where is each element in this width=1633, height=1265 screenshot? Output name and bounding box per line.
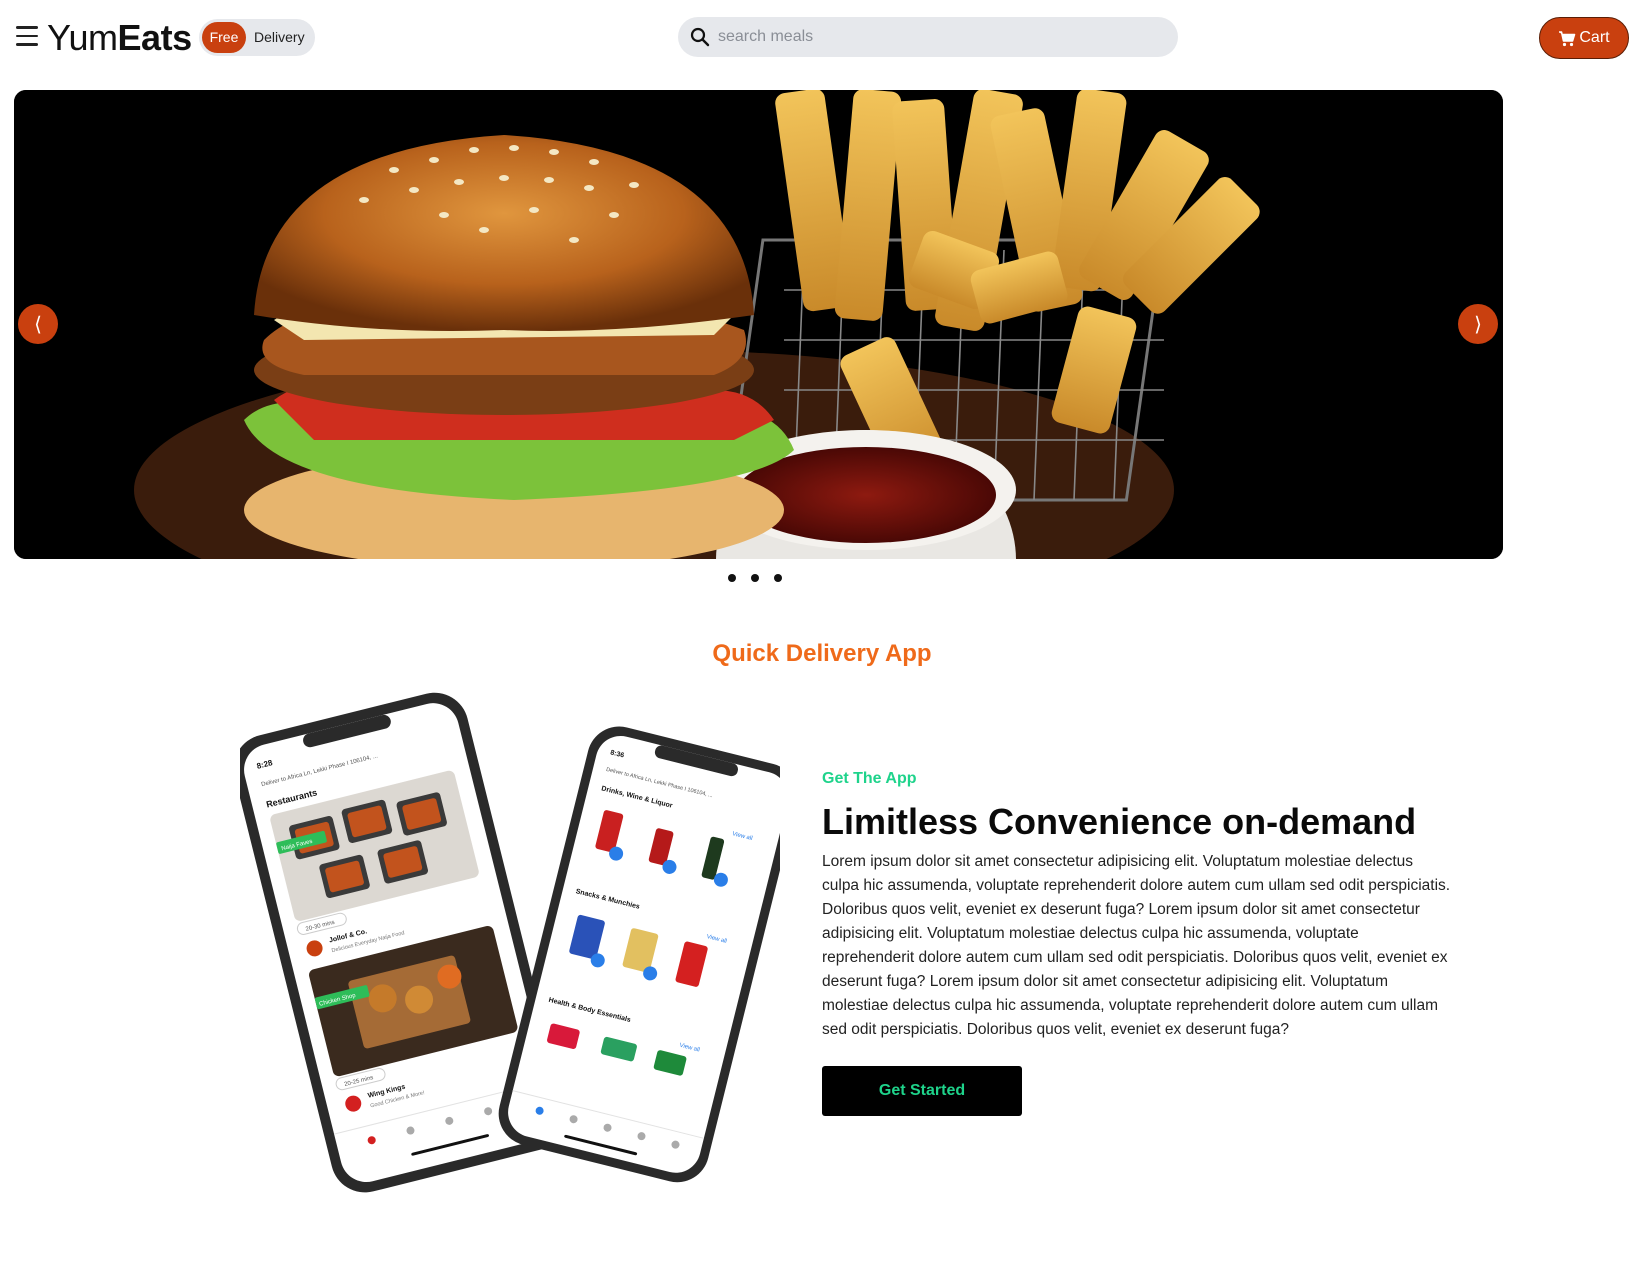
carousel-dot-2[interactable] [751, 574, 759, 582]
cart-icon [1559, 30, 1576, 46]
search-input[interactable] [718, 17, 1158, 57]
search-icon [690, 27, 710, 47]
carousel-dot-3[interactable] [774, 574, 782, 582]
section-title: Quick Delivery App [712, 640, 932, 667]
carousel-dot-1[interactable] [728, 574, 736, 582]
carousel-next-button[interactable]: ⟩ [1458, 304, 1498, 344]
cart-button[interactable]: Cart [1539, 17, 1629, 59]
get-started-button[interactable]: Get Started [822, 1066, 1022, 1116]
section-body-text: Lorem ipsum dolor sit amet consectetur a… [822, 853, 1451, 1038]
section-headline: Limitless Convenience on-demand [822, 801, 1417, 842]
section-eyebrow: Get The App [822, 770, 917, 787]
logo-text-eats: Eats [117, 17, 193, 58]
top-navbar: YumEats Free Delivery Cart [0, 0, 1633, 75]
carousel-prev-button[interactable]: ⟨ [18, 304, 58, 344]
search-bar [678, 17, 1178, 57]
cart-label: Cart [1579, 29, 1610, 46]
carousel-indicators [728, 574, 782, 582]
hamburger-menu-icon[interactable] [16, 26, 38, 46]
hero-carousel: ⟨ ⟩ [14, 90, 1503, 559]
hero-image-burger-and-fries [14, 90, 1503, 559]
get-app-section: Get The App Limitless Convenience on-dem… [822, 770, 1452, 1116]
brand-logo[interactable]: YumEats [47, 16, 192, 60]
delivery-option[interactable]: Delivery [254, 19, 305, 56]
app-phones-illustration: 8:28 Deliver to Africa Ln, Lekki Phase I… [240, 692, 780, 1193]
delivery-mode-toggle[interactable]: Free Delivery [199, 19, 315, 56]
free-badge[interactable]: Free [202, 22, 246, 53]
logo-text-yum: Yum [47, 17, 118, 58]
